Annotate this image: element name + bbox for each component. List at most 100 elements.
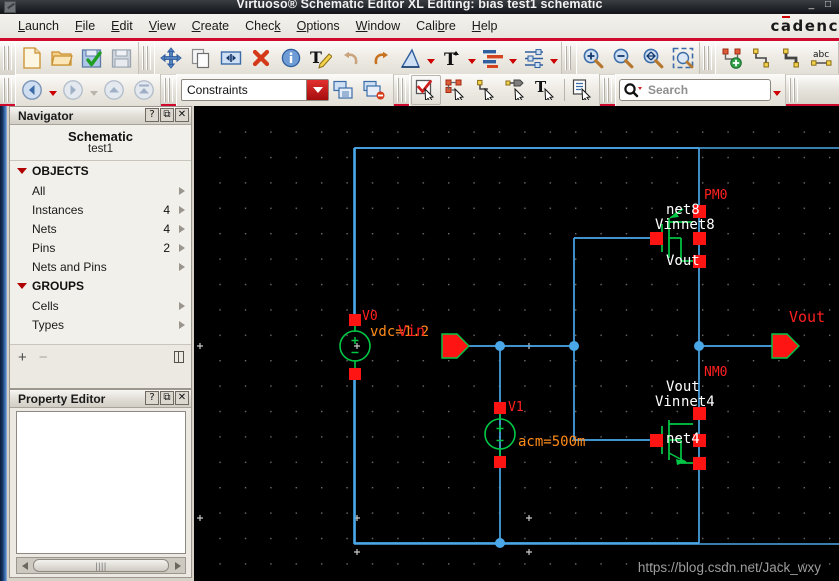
save-constraints-icon[interactable] bbox=[329, 75, 359, 105]
menu-item-options[interactable]: Options bbox=[289, 17, 348, 35]
columns-icon[interactable] bbox=[174, 351, 184, 363]
navigator-row-nets[interactable]: Nets 4 bbox=[10, 219, 191, 238]
navigator-float-button[interactable]: ⧉ bbox=[160, 108, 174, 122]
canvas-label-net-name-11[interactable]: Vout bbox=[666, 253, 700, 269]
canvas-label-net-name-15[interactable]: net4 bbox=[666, 431, 700, 447]
text-dropdown-arrow[interactable] bbox=[467, 43, 478, 73]
check-and-save-icon[interactable] bbox=[77, 43, 107, 73]
menu-item-calibre[interactable]: Calibre bbox=[408, 17, 464, 35]
chevron-down-icon[interactable] bbox=[306, 79, 328, 100]
up-icon[interactable] bbox=[99, 75, 129, 105]
undo-icon[interactable] bbox=[336, 43, 366, 73]
open-file-icon[interactable] bbox=[47, 43, 77, 73]
search-input[interactable]: Search bbox=[619, 78, 771, 101]
select-pin-icon[interactable] bbox=[501, 75, 531, 105]
property-editor-hscrollbar[interactable]: |||| bbox=[16, 557, 186, 574]
property-editor-close-button[interactable]: ✕ bbox=[175, 391, 189, 405]
search-options-arrow[interactable] bbox=[771, 75, 782, 105]
move-icon[interactable] bbox=[156, 43, 186, 73]
zoom-in-icon[interactable] bbox=[578, 43, 608, 73]
wire-wide-icon[interactable] bbox=[777, 43, 807, 73]
navigator-add-button[interactable]: + bbox=[18, 349, 27, 366]
property-editor-float-button[interactable]: ⧉ bbox=[160, 391, 174, 405]
navigator-section-groups[interactable]: GROUPS bbox=[10, 276, 191, 296]
navigator-row-instances[interactable]: Instances 4 bbox=[10, 200, 191, 219]
canvas-label-net-name-14[interactable]: net4 bbox=[681, 394, 715, 410]
canvas-label-net-name-8[interactable]: net8 bbox=[666, 202, 700, 218]
zoom-out-icon[interactable] bbox=[608, 43, 638, 73]
wire-narrow-icon[interactable] bbox=[747, 43, 777, 73]
back-dropdown-arrow[interactable] bbox=[47, 75, 58, 105]
scroll-left-icon[interactable] bbox=[17, 558, 32, 573]
canvas-label-pin-name-6[interactable]: Vin bbox=[398, 322, 425, 340]
navigator-row-all[interactable]: All bbox=[10, 181, 191, 200]
canvas-label-instance-name-2[interactable]: V0 bbox=[362, 309, 378, 324]
create-text-icon[interactable]: T bbox=[437, 43, 467, 73]
navigator-row-types[interactable]: Types bbox=[10, 315, 191, 334]
delete-icon[interactable] bbox=[246, 43, 276, 73]
chevron-right-icon[interactable] bbox=[179, 243, 185, 252]
navigator-section-objects[interactable]: OBJECTS bbox=[10, 161, 191, 181]
top-icon[interactable] bbox=[129, 75, 159, 105]
delete-constraints-icon[interactable] bbox=[359, 75, 389, 105]
forward-icon[interactable] bbox=[58, 75, 88, 105]
navigator-title-bar[interactable]: Navigator ? ⧉ ✕ bbox=[10, 107, 191, 125]
wire-name-dropdown-arrow[interactable] bbox=[549, 43, 560, 73]
select-text-icon[interactable]: T bbox=[531, 75, 561, 105]
canvas-label-net-name-13[interactable]: Vin bbox=[655, 394, 680, 410]
copy-icon[interactable] bbox=[186, 43, 216, 73]
chevron-right-icon[interactable] bbox=[179, 262, 185, 271]
navigator-row-nets-and-pins[interactable]: Nets and Pins bbox=[10, 257, 191, 276]
canvas-label-instance-name-1[interactable]: NM0 bbox=[704, 365, 727, 380]
navigator-remove-button[interactable]: − bbox=[39, 349, 48, 366]
select-instance-icon[interactable] bbox=[441, 75, 471, 105]
redo-icon[interactable] bbox=[366, 43, 396, 73]
canvas-label-parameter-5[interactable]: acm=500m bbox=[518, 434, 585, 450]
chevron-right-icon[interactable] bbox=[179, 301, 185, 310]
canvas-label-net-name-12[interactable]: Vout bbox=[666, 379, 700, 395]
window-controls[interactable]: _ □ bbox=[809, 0, 835, 10]
menu-item-help[interactable]: Help bbox=[464, 17, 506, 35]
menu-item-file[interactable]: File bbox=[67, 17, 103, 35]
instance-icon[interactable] bbox=[396, 43, 426, 73]
properties-icon[interactable] bbox=[276, 43, 306, 73]
triangle-down-icon[interactable] bbox=[17, 168, 27, 174]
save-icon[interactable] bbox=[107, 43, 137, 73]
new-file-icon[interactable] bbox=[17, 43, 47, 73]
instance-dropdown-arrow[interactable] bbox=[426, 43, 437, 73]
scroll-right-icon[interactable] bbox=[170, 558, 185, 573]
zoom-fit-icon[interactable] bbox=[638, 43, 668, 73]
add-pin-icon[interactable] bbox=[717, 43, 747, 73]
navigator-close-button[interactable]: ✕ bbox=[175, 108, 189, 122]
chevron-right-icon[interactable] bbox=[179, 186, 185, 195]
schematic-canvas[interactable]: PM0 NM0 V0 V1 vdc=1.2 acm=500m Vin Vout net8 Vin n… bbox=[194, 106, 839, 581]
canvas-label-net-name-10[interactable]: net8 bbox=[681, 217, 715, 233]
property-editor-content[interactable] bbox=[16, 411, 186, 554]
constraints-combo[interactable]: Constraints bbox=[181, 78, 329, 101]
navigator-row-pins[interactable]: Pins 2 bbox=[10, 238, 191, 257]
create-pin-icon[interactable] bbox=[478, 43, 508, 73]
menu-item-create[interactable]: Create bbox=[184, 17, 238, 35]
back-icon[interactable] bbox=[17, 75, 47, 105]
chevron-right-icon[interactable] bbox=[179, 224, 185, 233]
select-wire-icon[interactable] bbox=[471, 75, 501, 105]
menu-item-view[interactable]: View bbox=[141, 17, 184, 35]
wire-label-icon[interactable]: abc bbox=[807, 43, 837, 73]
zoom-area-icon[interactable] bbox=[668, 43, 698, 73]
scrollbar-thumb[interactable]: |||| bbox=[33, 559, 169, 572]
property-editor-help-button[interactable]: ? bbox=[145, 391, 159, 405]
create-wire-name-icon[interactable] bbox=[519, 43, 549, 73]
menu-item-check[interactable]: Check bbox=[237, 17, 288, 35]
pin-dropdown-arrow[interactable] bbox=[508, 43, 519, 73]
canvas-label-instance-name-3[interactable]: V1 bbox=[508, 400, 524, 415]
select-annotation-icon[interactable] bbox=[568, 75, 598, 105]
canvas-label-pin-name-7[interactable]: Vout bbox=[789, 308, 825, 326]
edit-text-icon[interactable]: T bbox=[306, 43, 336, 73]
navigator-help-button[interactable]: ? bbox=[145, 108, 159, 122]
schematic-drawing[interactable]: PM0NM0V0V1vdc=1.2acm=500mVinVoutnet8Vin n… bbox=[194, 106, 839, 581]
chevron-right-icon[interactable] bbox=[179, 205, 185, 214]
navigator-row-cells[interactable]: Cells bbox=[10, 296, 191, 315]
menu-item-edit[interactable]: Edit bbox=[103, 17, 141, 35]
menu-item-launch[interactable]: Launch bbox=[10, 17, 67, 35]
canvas-label-net-name-9[interactable]: Vin bbox=[655, 217, 680, 233]
